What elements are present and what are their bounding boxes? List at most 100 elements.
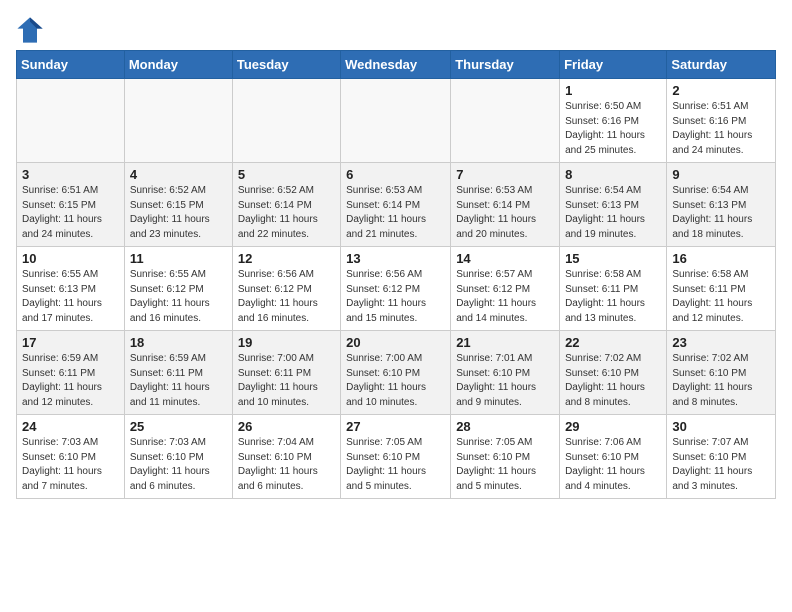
calendar-cell: 10 Sunrise: 6:55 AM Sunset: 6:13 PM Dayli… — [17, 247, 125, 331]
day-number: 15 — [565, 251, 661, 266]
cell-info: Sunrise: 6:53 AM Sunset: 6:14 PM Dayligh… — [456, 184, 554, 242]
day-number: 19 — [238, 335, 335, 350]
calendar-cell: 7 Sunrise: 6:53 AM Sunset: 6:14 PM Daylig… — [451, 163, 560, 247]
day-number: 3 — [22, 167, 119, 182]
day-number: 24 — [22, 419, 119, 434]
calendar-cell: 28 Sunrise: 7:05 AM Sunset: 6:10 PM Dayli… — [451, 415, 560, 499]
calendar-cell — [17, 79, 125, 163]
calendar-week-4: 17Sunrise: 6:59 AM Sunset: 6:11 PM Dayli… — [17, 331, 776, 415]
cell-info: Sunrise: 6:53 AM Sunset: 6:14 PM Dayligh… — [346, 184, 445, 242]
day-number: 27 — [346, 419, 445, 434]
day-number: 14 — [456, 251, 554, 266]
calendar-cell: 8 Sunrise: 6:54 AM Sunset: 6:13 PM Daylig… — [560, 163, 667, 247]
cell-info: Sunrise: 7:03 AM Sunset: 6:10 PM Dayligh… — [22, 436, 119, 494]
cell-info: Sunrise: 6:59 AM Sunset: 6:11 PM Dayligh… — [22, 352, 119, 410]
day-number: 16 — [672, 251, 770, 266]
cell-info: Sunrise: 7:05 AM Sunset: 6:10 PM Dayligh… — [346, 436, 445, 494]
cell-info: Sunrise: 7:05 AM Sunset: 6:10 PM Dayligh… — [456, 436, 554, 494]
cell-info: Sunrise: 7:00 AM Sunset: 6:11 PM Dayligh… — [238, 352, 335, 410]
day-number: 29 — [565, 419, 661, 434]
calendar-cell: 19 Sunrise: 7:00 AM Sunset: 6:11 PM Dayli… — [232, 331, 340, 415]
day-number: 9 — [672, 167, 770, 182]
calendar-cell — [124, 79, 232, 163]
cell-info: Sunrise: 7:00 AM Sunset: 6:10 PM Dayligh… — [346, 352, 445, 410]
calendar-header-monday: Monday — [124, 51, 232, 79]
header — [16, 16, 776, 44]
cell-info: Sunrise: 6:51 AM Sunset: 6:15 PM Dayligh… — [22, 184, 119, 242]
calendar-cell — [451, 79, 560, 163]
cell-info: Sunrise: 6:50 AM Sunset: 6:16 PM Dayligh… — [565, 100, 661, 158]
cell-info: Sunrise: 7:06 AM Sunset: 6:10 PM Dayligh… — [565, 436, 661, 494]
day-number: 4 — [130, 167, 227, 182]
calendar-cell: 4Sunrise: 6:52 AM Sunset: 6:15 PM Daylig… — [124, 163, 232, 247]
logo-icon — [16, 16, 44, 44]
day-number: 12 — [238, 251, 335, 266]
cell-info: Sunrise: 6:55 AM Sunset: 6:12 PM Dayligh… — [130, 268, 227, 326]
day-number: 13 — [346, 251, 445, 266]
cell-info: Sunrise: 7:03 AM Sunset: 6:10 PM Dayligh… — [130, 436, 227, 494]
cell-info: Sunrise: 6:54 AM Sunset: 6:13 PM Dayligh… — [672, 184, 770, 242]
cell-info: Sunrise: 6:56 AM Sunset: 6:12 PM Dayligh… — [238, 268, 335, 326]
day-number: 30 — [672, 419, 770, 434]
cell-info: Sunrise: 7:02 AM Sunset: 6:10 PM Dayligh… — [672, 352, 770, 410]
calendar-header-friday: Friday — [560, 51, 667, 79]
calendar-cell: 12 Sunrise: 6:56 AM Sunset: 6:12 PM Dayli… — [232, 247, 340, 331]
calendar-cell: 5 Sunrise: 6:52 AM Sunset: 6:14 PM Daylig… — [232, 163, 340, 247]
page: SundayMondayTuesdayWednesdayThursdayFrid… — [0, 0, 792, 509]
day-number: 10 — [22, 251, 119, 266]
calendar-cell: 3 Sunrise: 6:51 AM Sunset: 6:15 PM Daylig… — [17, 163, 125, 247]
cell-info: Sunrise: 6:57 AM Sunset: 6:12 PM Dayligh… — [456, 268, 554, 326]
calendar-cell: 13 Sunrise: 6:56 AM Sunset: 6:12 PM Dayli… — [341, 247, 451, 331]
day-number: 23 — [672, 335, 770, 350]
cell-info: Sunrise: 7:02 AM Sunset: 6:10 PM Dayligh… — [565, 352, 661, 410]
calendar-cell: 11 Sunrise: 6:55 AM Sunset: 6:12 PM Dayli… — [124, 247, 232, 331]
day-number: 8 — [565, 167, 661, 182]
calendar-cell: 18Sunrise: 6:59 AM Sunset: 6:11 PM Dayli… — [124, 331, 232, 415]
day-number: 1 — [565, 83, 661, 98]
day-number: 11 — [130, 251, 227, 266]
day-number: 20 — [346, 335, 445, 350]
cell-info: Sunrise: 6:58 AM Sunset: 6:11 PM Dayligh… — [565, 268, 661, 326]
cell-info: Sunrise: 6:58 AM Sunset: 6:11 PM Dayligh… — [672, 268, 770, 326]
calendar-cell: 22 Sunrise: 7:02 AM Sunset: 6:10 PM Dayli… — [560, 331, 667, 415]
calendar-cell: 6 Sunrise: 6:53 AM Sunset: 6:14 PM Daylig… — [341, 163, 451, 247]
day-number: 22 — [565, 335, 661, 350]
day-number: 28 — [456, 419, 554, 434]
calendar-cell: 23 Sunrise: 7:02 AM Sunset: 6:10 PM Dayli… — [667, 331, 776, 415]
calendar-cell: 30Sunrise: 7:07 AM Sunset: 6:10 PM Dayli… — [667, 415, 776, 499]
day-number: 6 — [346, 167, 445, 182]
calendar-cell: 21Sunrise: 7:01 AM Sunset: 6:10 PM Dayli… — [451, 331, 560, 415]
logo — [16, 20, 46, 44]
calendar-header-thursday: Thursday — [451, 51, 560, 79]
cell-info: Sunrise: 7:04 AM Sunset: 6:10 PM Dayligh… — [238, 436, 335, 494]
calendar-header-row: SundayMondayTuesdayWednesdayThursdayFrid… — [17, 51, 776, 79]
calendar-cell: 25Sunrise: 7:03 AM Sunset: 6:10 PM Dayli… — [124, 415, 232, 499]
cell-info: Sunrise: 6:55 AM Sunset: 6:13 PM Dayligh… — [22, 268, 119, 326]
calendar-cell: 16 Sunrise: 6:58 AM Sunset: 6:11 PM Dayli… — [667, 247, 776, 331]
calendar-cell: 24 Sunrise: 7:03 AM Sunset: 6:10 PM Dayli… — [17, 415, 125, 499]
calendar-cell: 9 Sunrise: 6:54 AM Sunset: 6:13 PM Daylig… — [667, 163, 776, 247]
calendar-cell — [232, 79, 340, 163]
calendar-cell: 29 Sunrise: 7:06 AM Sunset: 6:10 PM Dayli… — [560, 415, 667, 499]
cell-info: Sunrise: 6:56 AM Sunset: 6:12 PM Dayligh… — [346, 268, 445, 326]
calendar-cell: 14 Sunrise: 6:57 AM Sunset: 6:12 PM Dayli… — [451, 247, 560, 331]
calendar-week-2: 3 Sunrise: 6:51 AM Sunset: 6:15 PM Daylig… — [17, 163, 776, 247]
calendar-cell: 27 Sunrise: 7:05 AM Sunset: 6:10 PM Dayli… — [341, 415, 451, 499]
calendar-cell: 20 Sunrise: 7:00 AM Sunset: 6:10 PM Dayli… — [341, 331, 451, 415]
calendar-week-3: 10 Sunrise: 6:55 AM Sunset: 6:13 PM Dayli… — [17, 247, 776, 331]
calendar-table: SundayMondayTuesdayWednesdayThursdayFrid… — [16, 50, 776, 499]
day-number: 5 — [238, 167, 335, 182]
day-number: 2 — [672, 83, 770, 98]
day-number: 21 — [456, 335, 554, 350]
calendar-cell: 26Sunrise: 7:04 AM Sunset: 6:10 PM Dayli… — [232, 415, 340, 499]
calendar-week-5: 24 Sunrise: 7:03 AM Sunset: 6:10 PM Dayli… — [17, 415, 776, 499]
calendar-header-wednesday: Wednesday — [341, 51, 451, 79]
cell-info: Sunrise: 6:52 AM Sunset: 6:14 PM Dayligh… — [238, 184, 335, 242]
calendar-cell: 2Sunrise: 6:51 AM Sunset: 6:16 PM Daylig… — [667, 79, 776, 163]
calendar-header-sunday: Sunday — [17, 51, 125, 79]
day-number: 18 — [130, 335, 227, 350]
calendar-cell — [341, 79, 451, 163]
calendar-header-saturday: Saturday — [667, 51, 776, 79]
day-number: 7 — [456, 167, 554, 182]
cell-info: Sunrise: 6:54 AM Sunset: 6:13 PM Dayligh… — [565, 184, 661, 242]
